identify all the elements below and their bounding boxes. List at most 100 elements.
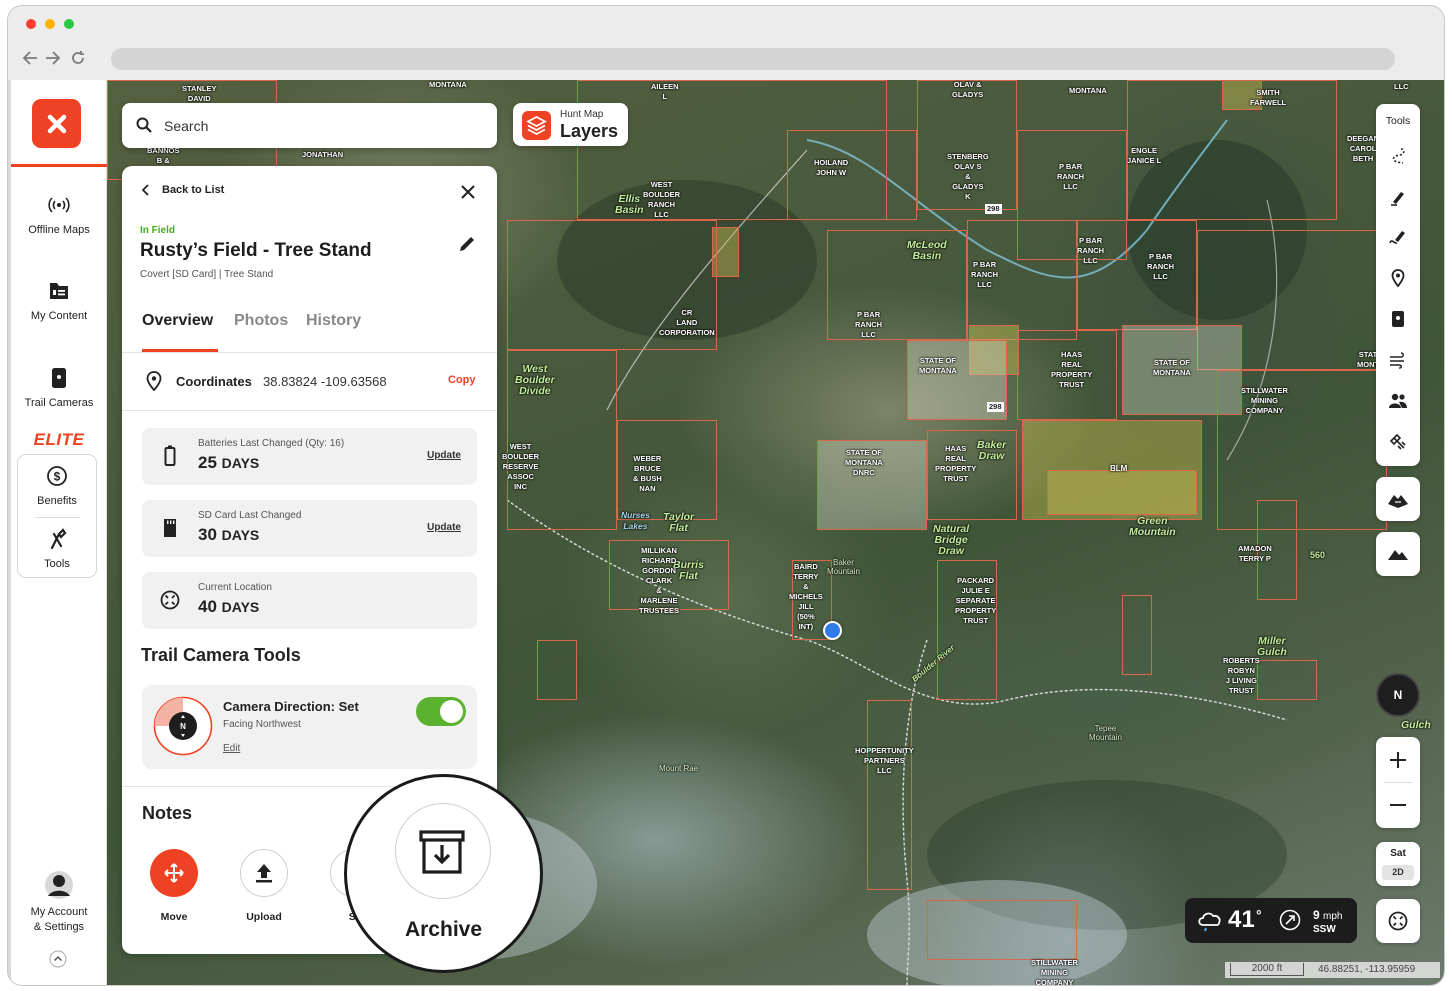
close-dot[interactable] bbox=[26, 19, 36, 29]
mountain-view-button[interactable] bbox=[1376, 532, 1420, 576]
sidebar-item-label: My Content bbox=[30, 310, 88, 322]
card-number: 25 bbox=[198, 453, 217, 472]
tab-overview[interactable]: Overview bbox=[142, 312, 213, 330]
move-action[interactable]: Move bbox=[134, 849, 214, 923]
avatar-icon bbox=[45, 871, 73, 899]
temperature-value: 41 bbox=[1228, 906, 1255, 933]
card-unit: DAYS bbox=[221, 455, 260, 471]
people-icon[interactable] bbox=[1388, 391, 1408, 411]
minimize-dot[interactable] bbox=[45, 19, 55, 29]
divider bbox=[122, 352, 497, 353]
wind-direction-icon bbox=[1279, 909, 1301, 931]
archive-label: Archive bbox=[404, 918, 483, 941]
camera-direction-toggle[interactable] bbox=[416, 697, 466, 726]
card-value: 40 DAYS bbox=[198, 597, 259, 617]
logo-underline bbox=[11, 164, 107, 167]
coordinates-label: Coordinates bbox=[176, 374, 252, 389]
map-label: MONTANA bbox=[1069, 86, 1107, 95]
card-value: 25 DAYS bbox=[198, 453, 259, 473]
update-battery-button[interactable]: Update bbox=[427, 450, 461, 461]
reload-icon[interactable] bbox=[70, 50, 86, 66]
sidebar-item-offline-maps[interactable]: Offline Maps bbox=[11, 194, 107, 236]
search-bar[interactable]: Search bbox=[122, 103, 497, 148]
search-input[interactable]: Search bbox=[164, 118, 208, 134]
chevron-up-icon[interactable] bbox=[49, 950, 67, 968]
card-number: 40 bbox=[198, 597, 217, 616]
update-sd-card-button[interactable]: Update bbox=[427, 522, 461, 533]
location-pin-icon bbox=[146, 371, 162, 391]
map-label: Miller Gulch bbox=[1257, 635, 1287, 658]
copy-button[interactable]: Copy bbox=[448, 374, 476, 386]
sidebar-item-benefits[interactable]: $ Benefits bbox=[18, 465, 96, 507]
shape-draw-icon[interactable] bbox=[1388, 227, 1408, 247]
forward-arrow-icon[interactable] bbox=[45, 51, 61, 65]
tools-heading: Trail Camera Tools bbox=[141, 645, 301, 665]
toolbar-title: Tools bbox=[1385, 115, 1411, 127]
terrain-3d-icon bbox=[1388, 495, 1408, 508]
draw-icon[interactable] bbox=[1388, 187, 1408, 207]
map-label: 298 bbox=[987, 402, 1004, 412]
map-type-toggle[interactable]: Sat 2D bbox=[1376, 842, 1420, 886]
app-logo[interactable] bbox=[32, 99, 81, 148]
wind-icon[interactable] bbox=[1388, 350, 1408, 370]
search-icon bbox=[136, 117, 152, 133]
close-icon[interactable] bbox=[461, 185, 475, 199]
path-icon[interactable] bbox=[1388, 146, 1408, 166]
map-label: 298 bbox=[985, 204, 1002, 214]
satellite-icon[interactable] bbox=[1388, 432, 1408, 452]
map-label: DEEGAN CAROL BETH bbox=[1347, 134, 1380, 163]
move-button[interactable] bbox=[150, 849, 198, 897]
chevron-left-icon[interactable] bbox=[141, 184, 151, 196]
map-label: BAIRD TERRY & MICHELS JILL (50% INT) bbox=[789, 562, 823, 631]
sidebar-item-my-content[interactable]: My Content bbox=[11, 280, 107, 322]
edit-direction-link[interactable]: Edit bbox=[223, 743, 240, 754]
tab-history[interactable]: History bbox=[306, 312, 361, 330]
content-icon bbox=[50, 283, 68, 299]
locate-button[interactable] bbox=[1376, 899, 1420, 943]
trail-camera-pin[interactable] bbox=[823, 621, 842, 640]
map-label: P BAR RANCH LLC bbox=[1147, 252, 1175, 281]
account-label-1: My Account bbox=[30, 906, 88, 918]
compass-button[interactable]: N bbox=[1376, 673, 1420, 717]
cursor-coordinates: 46.88251, -113.95959 bbox=[1318, 964, 1416, 975]
layers-button[interactable]: Hunt Map Layers bbox=[513, 103, 628, 146]
map-label: AILEEN L bbox=[651, 82, 679, 101]
upload-button[interactable] bbox=[240, 849, 288, 897]
sidebar-item-label: Trail Cameras bbox=[24, 397, 94, 409]
map-label: ROBERTS ROBYN J LIVING TRUST bbox=[1223, 656, 1260, 695]
sidebar-item-trail-cameras[interactable]: Trail Cameras bbox=[11, 367, 107, 409]
camera-tool-icon[interactable] bbox=[1388, 309, 1408, 329]
address-bar[interactable] bbox=[111, 48, 1395, 70]
app-logo-icon bbox=[47, 114, 66, 133]
elite-divider bbox=[36, 517, 80, 518]
upload-action[interactable]: Upload bbox=[224, 849, 304, 923]
zoom-in-icon[interactable] bbox=[1389, 751, 1407, 769]
map-label: Gulch bbox=[1401, 719, 1431, 731]
map-label: Taylor Flat bbox=[663, 511, 695, 534]
map-label: Nurses Lakes bbox=[621, 510, 650, 531]
map-label: BANNOS B & bbox=[147, 146, 180, 165]
camera-direction-icon: N bbox=[153, 696, 213, 756]
parcel bbox=[537, 640, 577, 700]
elite-badge: ELITE bbox=[33, 430, 85, 449]
sidebar-item-tools[interactable]: Tools bbox=[18, 528, 96, 570]
back-to-list-link[interactable]: Back to List bbox=[162, 184, 224, 196]
maximize-dot[interactable] bbox=[64, 19, 74, 29]
sd-card-icon bbox=[164, 519, 176, 537]
pencil-icon[interactable] bbox=[457, 234, 477, 254]
archive-button[interactable] bbox=[395, 803, 491, 899]
terrain-3d-button[interactable] bbox=[1376, 477, 1420, 521]
camera-direction-title: Camera Direction: Set bbox=[223, 699, 359, 714]
zoom-out-icon[interactable] bbox=[1389, 796, 1407, 814]
map-label: P BAR RANCH LLC bbox=[971, 260, 999, 289]
map-label: Natural Bridge Draw bbox=[933, 523, 970, 557]
map-pin-icon[interactable] bbox=[1388, 268, 1408, 288]
card-unit: DAYS bbox=[221, 599, 260, 615]
back-arrow-icon[interactable] bbox=[22, 51, 38, 65]
sidebar-item-account[interactable]: My Account & Settings bbox=[11, 870, 107, 933]
tools-icon bbox=[50, 528, 67, 550]
weather-widget[interactable]: 41 ° 9 mph SSW bbox=[1185, 898, 1357, 943]
map-label: WEBER BRUCE & BUSH NAN bbox=[633, 454, 662, 493]
trail-camera-icon bbox=[52, 368, 66, 388]
tab-photos[interactable]: Photos bbox=[234, 312, 288, 330]
